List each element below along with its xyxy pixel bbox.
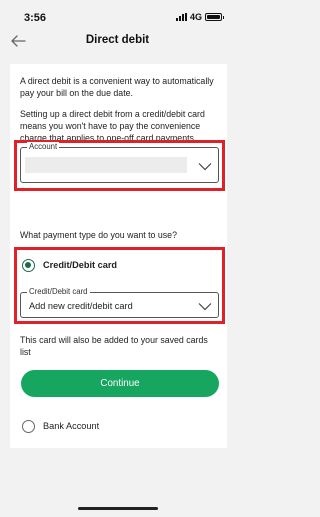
status-icons: 4G <box>175 12 224 22</box>
option-bank-account-label[interactable]: Bank Account <box>43 421 99 431</box>
direct-debit-card: A direct debit is a convenient way to au… <box>10 64 227 448</box>
account-value <box>25 157 187 173</box>
network-type: 4G <box>189 12 202 22</box>
account-field-label: Account <box>27 142 60 151</box>
intro-paragraph-1: A direct debit is a convenient way to au… <box>20 76 214 98</box>
account-dropdown[interactable]: Account <box>20 142 219 183</box>
chevron-down-icon <box>198 303 212 311</box>
chevron-down-icon <box>198 163 212 171</box>
option-credit-debit-card-label[interactable]: Credit/Debit card <box>43 260 117 270</box>
battery-icon <box>205 13 224 21</box>
intro-paragraph-2: Setting up a direct debit from a credit/… <box>20 109 205 143</box>
card-field-label: Credit/Debit card <box>27 287 90 296</box>
home-indicator[interactable] <box>78 507 158 510</box>
nav-bar: Direct debit <box>0 28 235 56</box>
card-dropdown[interactable]: Credit/Debit card Add new credit/debit c… <box>20 287 219 318</box>
radio-bank-account[interactable] <box>22 420 35 433</box>
continue-button[interactable]: Continue <box>21 370 219 397</box>
page-title: Direct debit <box>85 34 150 46</box>
payment-type-question: What payment type do you want to use? <box>20 230 177 240</box>
saved-card-note: This card will also be added to your sav… <box>20 335 208 357</box>
card-field-value: Add new credit/debit card <box>29 301 133 311</box>
signal-icon <box>175 13 187 21</box>
status-bar: 3:56 4G <box>0 0 235 28</box>
radio-credit-debit-card[interactable] <box>22 259 35 272</box>
status-time: 3:56 <box>24 12 47 24</box>
